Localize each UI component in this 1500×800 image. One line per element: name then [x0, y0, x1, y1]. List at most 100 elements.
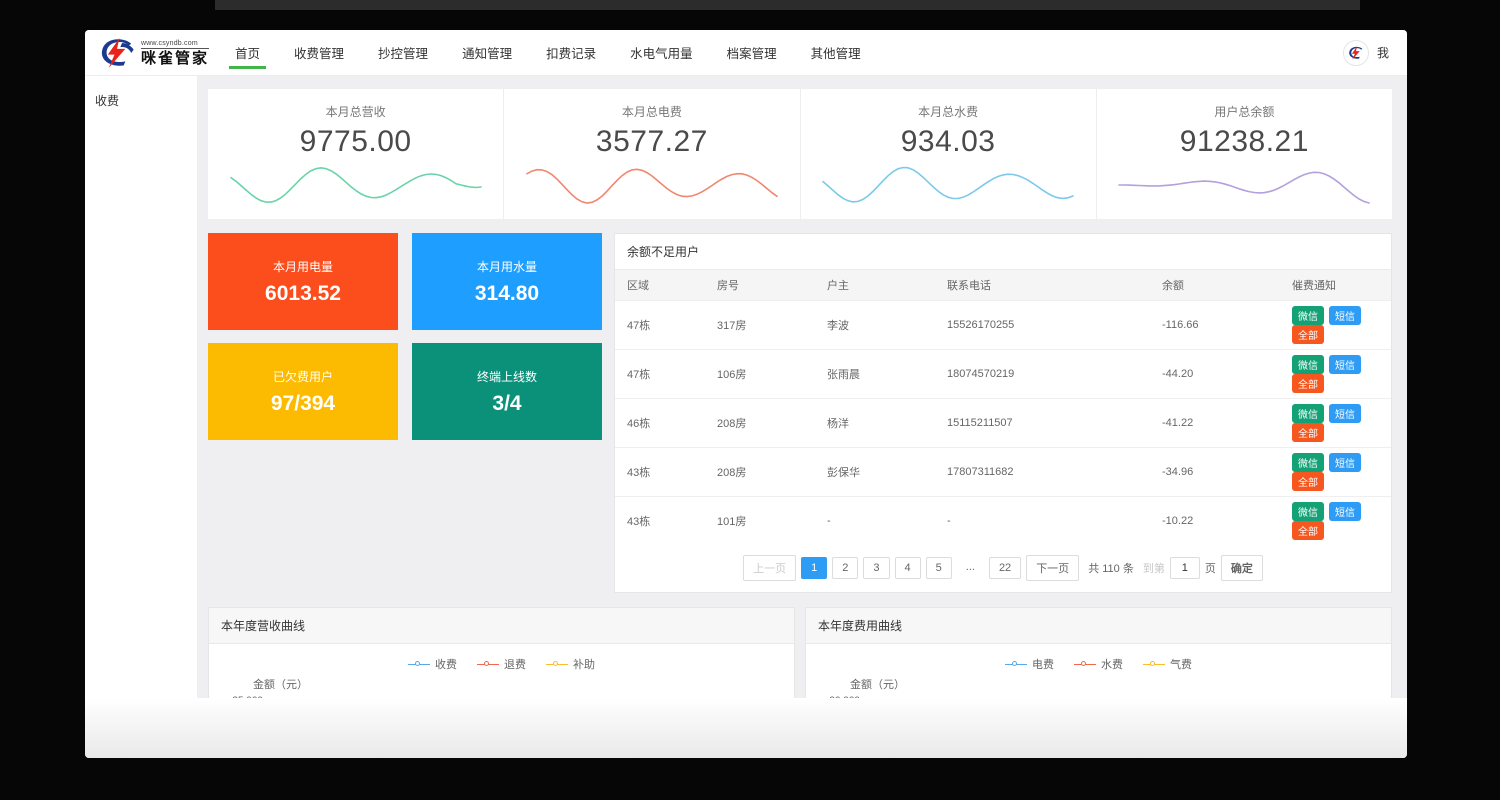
- app-window: www.csyndb.com 咪雀管家 首页收费管理抄控管理通知管理扣费记录水电…: [85, 30, 1407, 758]
- cost-chart-panel: 本年度费用曲线 电费水费气费 金额（元） 05,00010,00015,0002…: [805, 607, 1392, 698]
- nav-item-2[interactable]: 抄控管理: [378, 30, 428, 75]
- legend-item-气费[interactable]: 气费: [1143, 656, 1192, 672]
- notify-短信-button[interactable]: 短信: [1329, 453, 1361, 472]
- table-cell: 106房: [705, 350, 815, 399]
- stat-sparkline: [521, 159, 783, 209]
- tile-label: 终端上线数: [477, 368, 537, 385]
- tile-value: 97/394: [271, 392, 335, 416]
- stat-sparkline: [1113, 159, 1375, 209]
- stat-label: 本月总营收: [208, 103, 503, 120]
- metric-tile-2[interactable]: 已欠费用户 97/394: [208, 343, 398, 440]
- nav-right: 我: [1343, 30, 1389, 75]
- legend-label: 退费: [504, 656, 526, 672]
- notify-短信-button[interactable]: 短信: [1329, 502, 1361, 521]
- nav-item-4[interactable]: 扣费记录: [546, 30, 596, 75]
- notify-微信-button[interactable]: 微信: [1292, 404, 1324, 423]
- sidebar-item-charges[interactable]: 收费: [95, 92, 187, 109]
- brand[interactable]: www.csyndb.com 咪雀管家: [97, 30, 209, 75]
- table-cell: 46栋: [615, 399, 705, 448]
- nav-item-7[interactable]: 其他管理: [811, 30, 861, 75]
- stat-card-1: 本月总电费3577.27: [503, 89, 799, 219]
- table-cell: 101房: [705, 497, 815, 546]
- pagination-page-4[interactable]: 4: [895, 557, 921, 579]
- pagination-next-button[interactable]: 下一页: [1026, 555, 1079, 581]
- table-cell: 43栋: [615, 497, 705, 546]
- tile-value: 314.80: [475, 282, 539, 306]
- stat-sparkline: [817, 159, 1079, 209]
- nav-item-3[interactable]: 通知管理: [462, 30, 512, 75]
- pagination-unit-label: 页: [1205, 560, 1216, 576]
- metric-tile-3[interactable]: 终端上线数3/4: [412, 343, 602, 440]
- pagination-page-1[interactable]: 1: [801, 557, 827, 579]
- table-cell: -34.96: [1150, 448, 1280, 497]
- table-row: 47栋317房李波15526170255-116.66微信短信全部: [615, 301, 1391, 350]
- pagination-page-3[interactable]: 3: [863, 557, 889, 579]
- notify-全部-button[interactable]: 全部: [1292, 472, 1324, 491]
- notify-全部-button[interactable]: 全部: [1292, 374, 1324, 393]
- metric-tile-0[interactable]: 本月用电量6013.52: [208, 233, 398, 330]
- table-cell: 317房: [705, 301, 815, 350]
- revenue-chart-legend: 收费 退费 补助: [215, 656, 788, 672]
- table-actions-cell: 微信短信全部: [1280, 301, 1391, 350]
- monitor-bezel-strip: [215, 0, 1360, 10]
- legend-item-收费[interactable]: 收费: [408, 656, 457, 672]
- legend-item-退费[interactable]: 退费: [477, 656, 526, 672]
- nav-item-6[interactable]: 档案管理: [727, 30, 777, 75]
- revenue-chart-ylabel: 金额（元）: [253, 676, 788, 692]
- metric-tile-1[interactable]: 本月用水量314.80: [412, 233, 602, 330]
- notify-短信-button[interactable]: 短信: [1329, 355, 1361, 374]
- table-column-header: 房号: [705, 270, 815, 301]
- notify-微信-button[interactable]: 微信: [1292, 502, 1324, 521]
- notify-微信-button[interactable]: 微信: [1292, 355, 1324, 374]
- notify-全部-button[interactable]: 全部: [1292, 423, 1324, 442]
- table-actions-cell: 微信短信全部: [1280, 399, 1391, 448]
- table-actions-cell: 微信短信全部: [1280, 350, 1391, 399]
- brand-text: www.csyndb.com 咪雀管家: [141, 40, 209, 66]
- notify-微信-button[interactable]: 微信: [1292, 453, 1324, 472]
- pagination-page-2[interactable]: 2: [832, 557, 858, 579]
- notify-短信-button[interactable]: 短信: [1329, 404, 1361, 423]
- stat-label: 本月总电费: [504, 103, 799, 120]
- stat-card-2: 本月总水费934.03: [800, 89, 1096, 219]
- table-row: 43栋208房彭保华17807311682-34.96微信短信全部: [615, 448, 1391, 497]
- table-actions-cell: 微信短信全部: [1280, 448, 1391, 497]
- legend-item-补助[interactable]: 补助: [546, 656, 595, 672]
- nav-item-5[interactable]: 水电气用量: [630, 30, 693, 75]
- app-footer-space: [85, 698, 1407, 758]
- legend-item-水费[interactable]: 水费: [1074, 656, 1123, 672]
- revenue-chart-panel: 本年度营收曲线 收费退费补助 金额（元） 05,00010,00015,0002…: [208, 607, 795, 698]
- legend-item-电费[interactable]: 电费: [1005, 656, 1054, 672]
- table-cell: -: [935, 497, 1150, 546]
- low-balance-title: 余额不足用户: [615, 234, 1391, 270]
- avatar[interactable]: [1343, 40, 1369, 66]
- pagination-confirm-button[interactable]: 确定: [1221, 555, 1263, 581]
- legend-marker-icon: [477, 661, 499, 668]
- notify-全部-button[interactable]: 全部: [1292, 521, 1324, 540]
- table-cell: 15526170255: [935, 301, 1150, 350]
- notify-短信-button[interactable]: 短信: [1329, 306, 1361, 325]
- stat-value: 934.03: [801, 125, 1096, 159]
- notify-全部-button[interactable]: 全部: [1292, 325, 1324, 344]
- tile-label: 已欠费用户: [273, 368, 333, 385]
- pagination-prev-button[interactable]: 上一页: [743, 555, 796, 581]
- app-body: 收费 本月总营收9775.00本月总电费3577.27本月总水费934.03用户…: [85, 76, 1407, 698]
- table-column-header: 联系电话: [935, 270, 1150, 301]
- pagination-page-5[interactable]: 5: [926, 557, 952, 579]
- legend-marker-icon: [1074, 661, 1096, 668]
- pagination-page-22[interactable]: 22: [989, 557, 1021, 579]
- pagination-pages: 12345...22: [801, 557, 1021, 579]
- user-menu[interactable]: 我: [1377, 44, 1389, 61]
- table-cell: 18074570219: [935, 350, 1150, 399]
- nav-item-0[interactable]: 首页: [235, 30, 260, 75]
- pagination-goto-input[interactable]: [1170, 557, 1200, 579]
- revenue-chart-title: 本年度营收曲线: [209, 608, 794, 644]
- nav-item-1[interactable]: 收费管理: [294, 30, 344, 75]
- stat-card-0: 本月总营收9775.00: [208, 89, 503, 219]
- table-cell: -44.20: [1150, 350, 1280, 399]
- legend-marker-icon: [408, 661, 430, 668]
- notify-微信-button[interactable]: 微信: [1292, 306, 1324, 325]
- table-cell: -10.22: [1150, 497, 1280, 546]
- table-cell: 43栋: [615, 448, 705, 497]
- cost-chart-ylabel: 金额（元）: [850, 676, 1385, 692]
- revenue-chart-body: 收费退费补助 金额（元） 05,00010,00015,00020,00025,…: [209, 644, 794, 698]
